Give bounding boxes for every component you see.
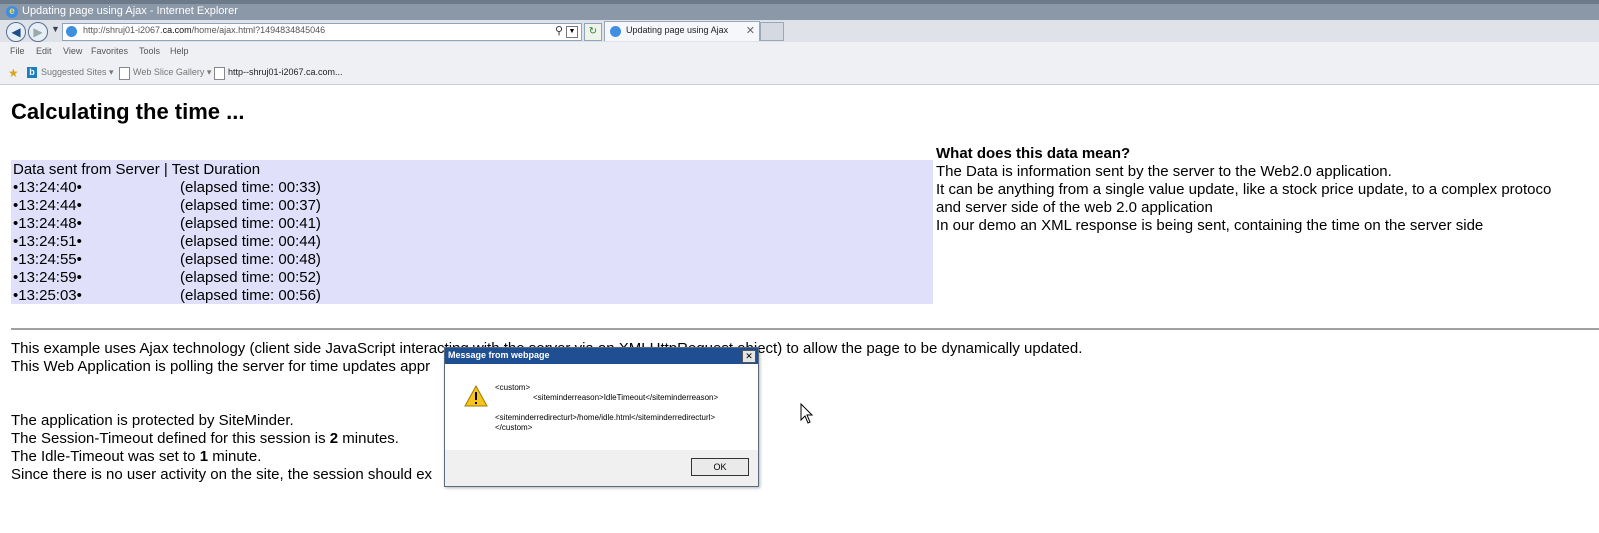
message-line: <custom> <box>495 383 531 392</box>
tab-label: Updating page using Ajax <box>626 25 729 35</box>
page-icon <box>66 26 77 37</box>
menu-help[interactable]: Help <box>170 46 189 56</box>
menu-edit[interactable]: Edit <box>36 46 52 56</box>
message-line: </custom> <box>495 423 533 432</box>
tab-ajax[interactable]: Updating page using Ajax ✕ <box>604 21 760 41</box>
message-line: <siteminderreason>IdleTimeout</siteminde… <box>533 393 719 402</box>
info-line: The Data is information sent by the serv… <box>936 163 1392 180</box>
favorites-bar: ★ b Suggested Sites ▾ Web Slice Gallery … <box>0 62 1599 85</box>
back-button[interactable]: ◀ <box>6 22 26 42</box>
favorite-link[interactable]: http--shruj01-i2067.ca.com... <box>228 67 343 77</box>
search-icon[interactable]: ⚲ <box>555 24 563 37</box>
bing-icon: b <box>27 67 37 78</box>
suggested-sites-link[interactable]: Suggested Sites ▾ <box>41 67 114 78</box>
alert-dialog: Message from webpage ✕ <custom> <sitemin… <box>444 347 759 487</box>
page-icon <box>119 67 130 80</box>
dialog-title-bar: Message from webpage ✕ <box>445 348 758 364</box>
menu-favorites[interactable]: Favorites <box>91 46 128 56</box>
menu-view[interactable]: View <box>63 46 82 56</box>
address-url: http://shruj01-i2067.ca.com/home/ajax.ht… <box>83 25 326 35</box>
title-bar: e Updating page using Ajax - Internet Ex… <box>0 0 1599 20</box>
page-icon <box>214 67 225 80</box>
address-dropdown-icon[interactable]: ▼ <box>566 26 578 38</box>
divider <box>11 328 1599 330</box>
mouse-cursor-icon <box>800 403 814 424</box>
page-title: Calculating the time ... <box>11 99 245 124</box>
message-line: <siteminderredirecturl>/home/idle.html</… <box>495 413 716 422</box>
new-tab-button[interactable] <box>760 22 784 41</box>
data-table: Data sent from Server | Test Duration •1… <box>11 160 933 304</box>
tab-page-icon <box>610 26 621 37</box>
dialog-body: <custom> <siteminderreason>IdleTimeout</… <box>445 364 758 450</box>
address-row: ◀ ▶ ▼ http://shruj01-i2067.ca.com/home/a… <box>0 20 1599 42</box>
warning-icon <box>464 385 488 407</box>
dialog-message: <custom> <siteminderreason>IdleTimeout</… <box>495 383 718 433</box>
menu-file[interactable]: File <box>10 46 25 56</box>
menu-bar: File Edit View Favorites Tools Help <box>0 42 1599 62</box>
web-slice-gallery-link[interactable]: Web Slice Gallery ▾ <box>133 67 211 78</box>
ok-button[interactable]: OK <box>691 458 749 476</box>
refresh-button[interactable]: ↻ <box>584 23 602 41</box>
history-dropdown-icon[interactable]: ▼ <box>51 24 60 34</box>
info-line: In our demo an XML response is being sen… <box>936 217 1484 234</box>
address-bar[interactable]: http://shruj01-i2067.ca.com/home/ajax.ht… <box>62 23 582 41</box>
info-line: and server side of the web 2.0 applicati… <box>936 199 1213 216</box>
favorites-star-icon[interactable]: ★ <box>8 66 19 80</box>
menu-tools[interactable]: Tools <box>139 46 160 56</box>
forward-button[interactable]: ▶ <box>28 22 48 42</box>
info-line: It can be anything from a single value u… <box>936 181 1552 198</box>
table-header: Data sent from Server | Test Duration <box>13 161 261 178</box>
page-content: Calculating the time ... Data sent from … <box>0 85 1599 533</box>
tab-close-icon[interactable]: ✕ <box>746 24 755 37</box>
info-panel: What does this data mean? The Data is in… <box>936 145 1599 235</box>
window-title: Updating page using Ajax - Internet Expl… <box>22 5 238 17</box>
info-question: What does this data mean? <box>936 145 1131 162</box>
dialog-title: Message from webpage <box>448 350 550 360</box>
ie-logo-icon: e <box>6 6 18 18</box>
dialog-close-button[interactable]: ✕ <box>742 350 756 363</box>
